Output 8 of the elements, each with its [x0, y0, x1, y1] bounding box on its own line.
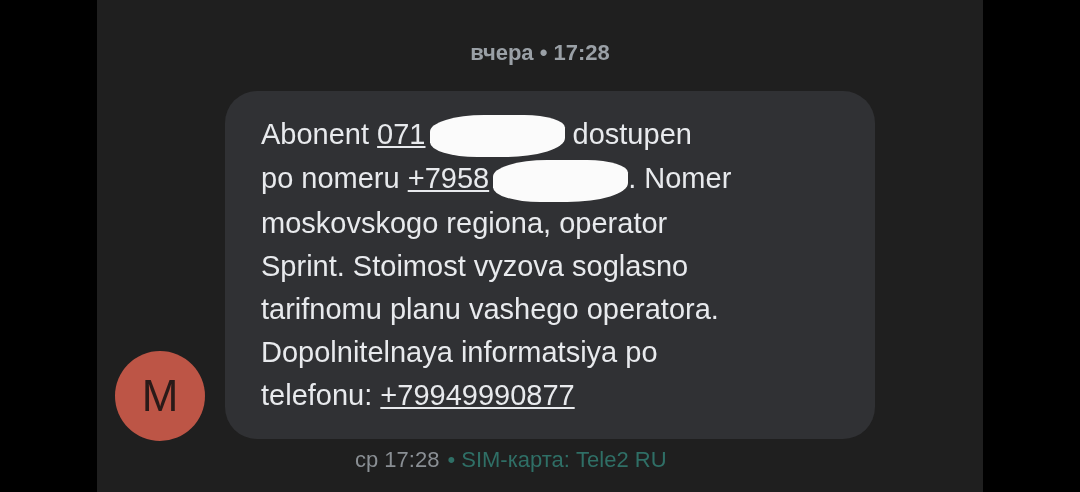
sender-avatar[interactable]: M	[115, 350, 205, 441]
phone-link[interactable]: 071	[377, 118, 426, 150]
phone-link[interactable]: +7958	[407, 162, 490, 195]
phone-link[interactable]: +79949990877	[380, 378, 575, 411]
date-header: вчера • 17:28	[470, 40, 610, 66]
sim-label: • SIM-карта: Tele2 RU	[447, 446, 667, 473]
message-text: Abonent 071 dostupen po nomeru +7958 . Nomer moskovskogo regiona, operator Sprint. Stoimost vyzova soglasno tarifnomu planu vashego operatora. Dopolnitelnaya informatsiya po telefonu: +79949990877	[261, 113, 835, 417]
message-time: ср 17:28	[355, 446, 440, 473]
